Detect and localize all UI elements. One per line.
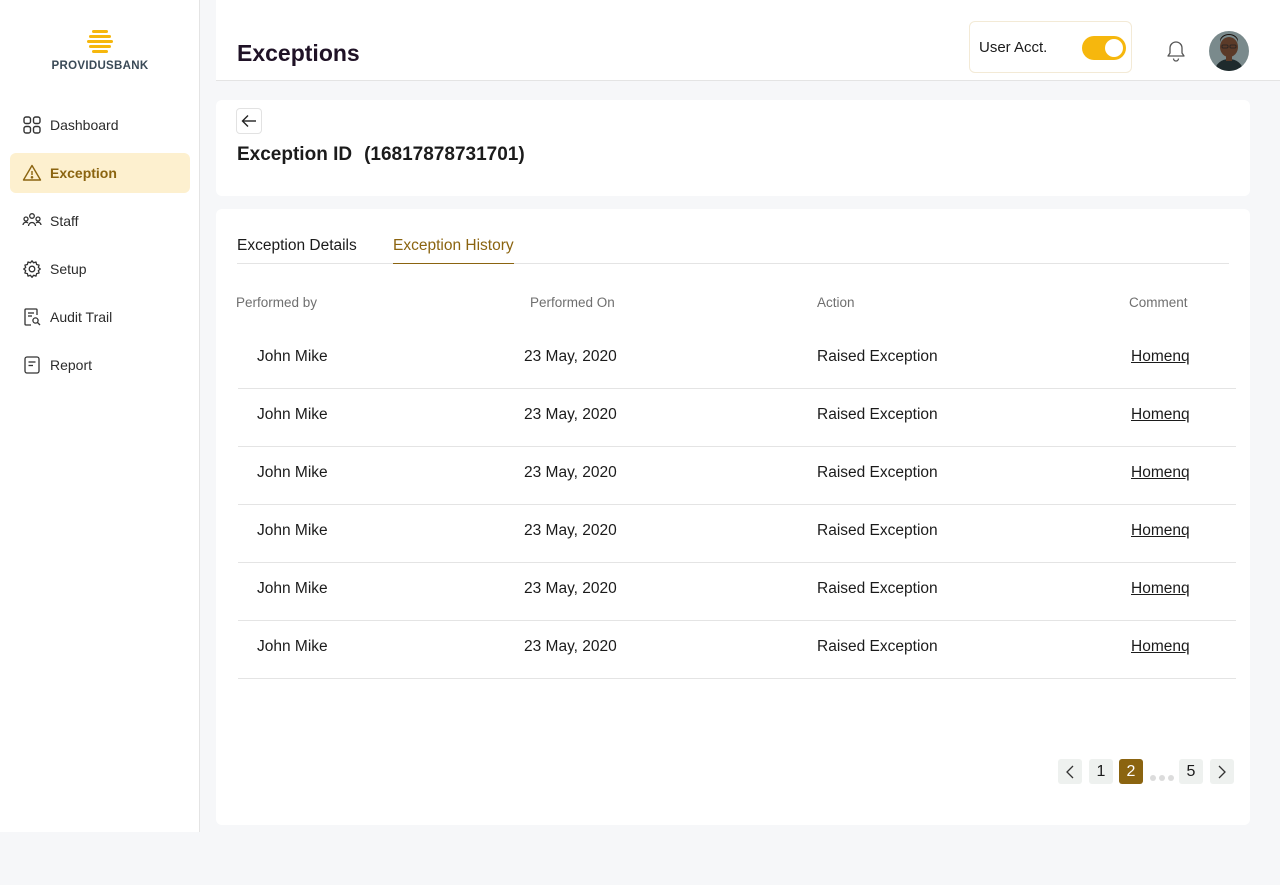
sidebar-item-label: Setup [50, 261, 87, 277]
cell-performed-on: 23 May, 2020 [524, 348, 617, 365]
cell-action: Raised Exception [817, 522, 938, 539]
exception-id-card: Exception ID (16817878731701) [216, 100, 1250, 196]
table-row: John Mike 23 May, 2020 Raised Exception … [238, 563, 1236, 621]
cell-performed-on: 23 May, 2020 [524, 522, 617, 539]
sidebar-item-exception[interactable]: Exception [10, 153, 190, 193]
cell-action: Raised Exception [817, 406, 938, 423]
back-button[interactable] [236, 108, 262, 134]
column-header-action: Action [817, 295, 855, 310]
sidebar: PROVIDUSBANK Dashboard Exception Staff S… [0, 0, 200, 832]
logo-icon [87, 30, 113, 53]
sidebar-item-dashboard[interactable]: Dashboard [10, 105, 190, 145]
sidebar-item-setup[interactable]: Setup [10, 249, 190, 289]
table-row: John Mike 23 May, 2020 Raised Exception … [238, 505, 1236, 563]
exception-id-value: (16817878731701) [364, 144, 525, 165]
exception-history-card: Exception Details Exception History Perf… [216, 209, 1250, 825]
sidebar-item-label: Audit Trail [50, 309, 113, 325]
sidebar-item-label: Report [50, 357, 93, 373]
chevron-left-icon [1066, 765, 1074, 778]
report-icon [22, 355, 42, 375]
bank-name: PROVIDUSBANK [51, 60, 149, 72]
top-header: Exceptions User Acct. [216, 0, 1280, 81]
column-header-comment: Comment [1129, 295, 1188, 310]
exception-id-label: Exception ID [237, 144, 353, 165]
cell-comment-link[interactable]: Homenq [1131, 348, 1190, 366]
previous-page-button[interactable] [1058, 759, 1082, 784]
user-account-toggle[interactable] [1082, 36, 1126, 60]
arrow-left-icon [241, 115, 256, 127]
cell-performed-by: John Mike [257, 464, 328, 481]
table-row: John Mike 23 May, 2020 Raised Exception … [238, 621, 1236, 679]
bank-logo[interactable]: PROVIDUSBANK [0, 28, 200, 72]
cell-action: Raised Exception [817, 638, 938, 655]
warning-icon [22, 163, 42, 183]
cell-performed-on: 23 May, 2020 [524, 580, 617, 597]
exception-id-title: Exception ID (16817878731701) [237, 144, 525, 166]
column-header-performed-on: Performed On [530, 295, 615, 310]
tab-exception-history[interactable]: Exception History [393, 237, 514, 264]
toggle-knob [1105, 39, 1123, 57]
page-button-1[interactable]: 1 [1089, 759, 1113, 784]
grid-icon [22, 115, 42, 135]
chevron-right-icon [1218, 765, 1226, 778]
cell-action: Raised Exception [817, 464, 938, 481]
tab-exception-details[interactable]: Exception Details [237, 237, 357, 264]
sidebar-item-label: Staff [50, 213, 79, 229]
next-page-button[interactable] [1210, 759, 1234, 784]
table-row: John Mike 23 May, 2020 Raised Exception … [238, 447, 1236, 505]
toggle-label: User Acct. [979, 38, 1048, 56]
cell-performed-by: John Mike [257, 522, 328, 539]
sidebar-item-audit-trail[interactable]: Audit Trail [10, 297, 190, 337]
sidebar-nav: Dashboard Exception Staff Setup Audit Tr… [10, 105, 190, 393]
cell-comment-link[interactable]: Homenq [1131, 464, 1190, 482]
cell-performed-on: 23 May, 2020 [524, 406, 617, 423]
audit-search-icon [22, 307, 42, 327]
cell-comment-link[interactable]: Homenq [1131, 406, 1190, 424]
cell-performed-by: John Mike [257, 406, 328, 423]
sidebar-item-staff[interactable]: Staff [10, 201, 190, 241]
sidebar-item-report[interactable]: Report [10, 345, 190, 385]
tab-bar: Exception Details Exception History [237, 237, 1229, 264]
page-button-2-current[interactable]: 2 [1119, 759, 1143, 784]
people-icon [22, 211, 42, 231]
sidebar-item-label: Exception [50, 165, 117, 181]
gear-icon [22, 259, 42, 279]
cell-comment-link[interactable]: Homenq [1131, 580, 1190, 598]
cell-performed-on: 23 May, 2020 [524, 464, 617, 481]
history-table: John Mike 23 May, 2020 Raised Exception … [238, 331, 1236, 679]
cell-performed-on: 23 May, 2020 [524, 638, 617, 655]
bell-icon[interactable] [1166, 40, 1186, 62]
column-header-performed-by: Performed by [236, 295, 318, 310]
page-title: Exceptions [237, 40, 360, 66]
table-row: John Mike 23 May, 2020 Raised Exception … [238, 331, 1236, 389]
user-account-toggle-box: User Acct. [969, 21, 1132, 73]
page-button-5[interactable]: 5 [1179, 759, 1203, 784]
sidebar-item-label: Dashboard [50, 117, 119, 133]
cell-action: Raised Exception [817, 348, 938, 365]
cell-action: Raised Exception [817, 580, 938, 597]
cell-performed-by: John Mike [257, 348, 328, 365]
cell-performed-by: John Mike [257, 580, 328, 597]
avatar[interactable] [1209, 31, 1249, 71]
pagination-ellipsis [1150, 775, 1174, 781]
cell-comment-link[interactable]: Homenq [1131, 522, 1190, 540]
table-row: John Mike 23 May, 2020 Raised Exception … [238, 389, 1236, 447]
cell-performed-by: John Mike [257, 638, 328, 655]
cell-comment-link[interactable]: Homenq [1131, 638, 1190, 656]
